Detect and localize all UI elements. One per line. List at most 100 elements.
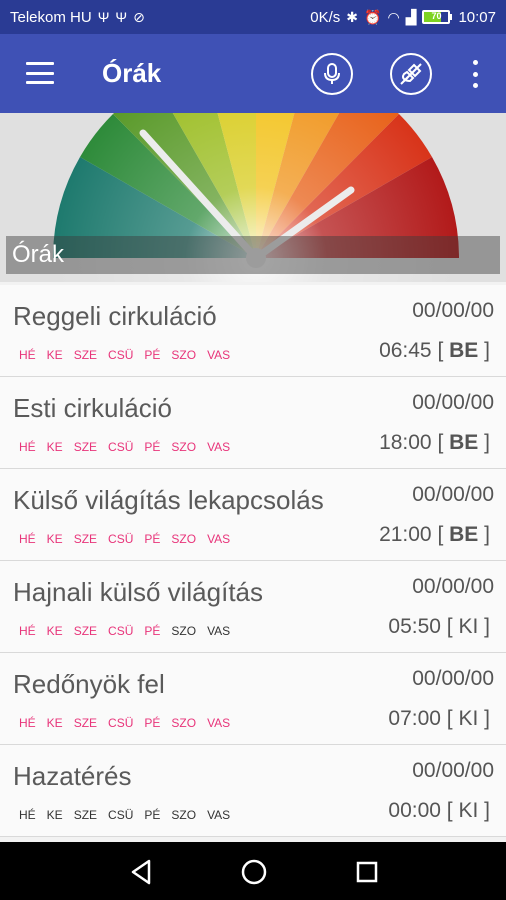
timer-time: 05:50 [388,615,441,638]
timer-name: Esti cirkuláció [13,393,172,423]
timer-state-badge: BE [449,339,479,362]
weekday-label: CSÜ [108,532,134,546]
timer-time: 18:00 [379,431,432,454]
timer-item[interactable]: Redőnyök fel 00/00/00 07:00 [ KI ] HÉ KE SZE C… [0,653,506,745]
usb-debug-icon: Ψ [115,9,128,25]
weekday-label: SZE [73,532,98,546]
timer-time-state: 07:00 [ KI ] [388,707,490,730]
weekday-label: CSÜ [108,440,134,454]
timer-item[interactable]: Esti cirkuláció 00/00/00 18:00 [ BE ] HÉ KE S… [0,377,506,469]
weekday-label: SZE [73,624,98,638]
weekday-label: VAS [207,716,231,730]
weekday-label: SZE [73,808,98,822]
timer-date: 00/00/00 [412,575,494,598]
weekday-label: PÉ [144,716,161,730]
alarm-icon: ⏰ [364,9,382,25]
weekday-label: SZO [171,440,197,454]
timer-state-badge: BE [449,431,479,454]
weekday-label: CSÜ [108,716,134,730]
timer-state-badge: KI [458,615,479,638]
timer-date: 00/00/00 [412,667,494,690]
home-button[interactable] [239,857,269,887]
battery-icon: 70 [422,10,453,24]
back-icon [131,859,151,885]
timer-time-state: 21:00 [ BE ] [379,523,490,546]
timer-item[interactable]: Hajnali külső világítás 00/00/00 05:50 [ K… [0,561,506,653]
wifi-icon: ◠ [387,9,400,25]
microphone-icon [324,63,340,84]
plug-off-icon [400,63,422,85]
status-bar: Telekom HU Ψ Ψ ⊘ 0K/s ✱ ⏰ ◠ ▟ 70 10:07 [0,0,506,34]
weekday-label: VAS [207,808,231,822]
weekday-label: KE [46,440,63,454]
weekday-label: SZO [171,716,197,730]
weekday-label: SZO [171,532,197,546]
weekday-label: KE [46,716,63,730]
timer-name: Hajnali külső világítás [13,577,264,607]
timer-time-state: 00:00 [ KI ] [388,799,490,822]
weekday-label: VAS [207,440,231,454]
timer-state-badge: KI [458,707,479,730]
battery-level: 70 [431,11,442,21]
weekday-list: HÉ KE SZE CSÜ PÉ SZO VAS [19,808,241,822]
weekday-label: HÉ [19,716,36,730]
back-button[interactable] [127,857,157,887]
microphone-button[interactable] [311,53,353,95]
timer-time-state: 05:50 [ KI ] [388,615,490,638]
weekday-list: HÉ KE SZE CSÜ PÉ SZO VAS [19,348,241,362]
navigation-bar [0,842,506,900]
weekday-label: SZE [73,440,98,454]
weekday-label: VAS [207,624,231,638]
weekday-list: HÉ KE SZE CSÜ PÉ SZO VAS [19,440,241,454]
weekday-label: KE [46,348,63,362]
weekday-label: VAS [207,532,231,546]
timer-time-state: 18:00 [ BE ] [379,431,490,454]
timer-state-badge: BE [449,523,479,546]
timer-time: 00:00 [388,799,441,822]
recents-icon [356,861,378,883]
header-label: Órák [6,236,500,274]
weekday-label: HÉ [19,348,36,362]
page-title: Órák [102,58,162,88]
network-speed: 0K/s [310,8,341,26]
weekday-label: SZO [171,808,197,822]
timer-date: 00/00/00 [412,299,494,322]
timer-name: Redőnyök fel [13,669,165,699]
weekday-label: SZO [171,348,197,362]
timer-date: 00/00/00 [412,759,494,782]
weekday-label: HÉ [19,440,36,454]
timer-item[interactable]: Reggeli cirkuláció 00/00/00 06:45 [ BE ] HÉ… [0,285,506,377]
carrier-label: Telekom HU [10,8,92,26]
weekday-label: PÉ [144,440,161,454]
weekday-label: KE [46,624,63,638]
menu-icon[interactable] [26,62,54,84]
timer-item[interactable]: Külső világítás lekapcsolás 00/00/00 21:00… [0,469,506,561]
bluetooth-icon: ✱ [346,9,359,25]
home-icon [241,859,267,885]
app-bar: Órák [0,34,506,113]
more-options-icon[interactable] [466,60,484,88]
weekday-label: CSÜ [108,348,134,362]
weekday-label: HÉ [19,532,36,546]
signal-icon: ▟ [405,9,417,25]
weekday-label: HÉ [19,624,36,638]
timer-state-badge: KI [458,799,479,822]
weekday-label: CSÜ [108,808,134,822]
timer-time: 06:45 [379,339,432,362]
weekday-label: KE [46,808,63,822]
timer-time: 21:00 [379,523,432,546]
timer-time: 07:00 [388,707,441,730]
weekday-list: HÉ KE SZE CSÜ PÉ SZO VAS [19,716,241,730]
weekday-label: PÉ [144,808,161,822]
timer-name: Külső világítás lekapcsolás [13,485,324,515]
timer-list: Reggeli cirkuláció 00/00/00 06:45 [ BE ] HÉ… [0,285,506,837]
disconnect-button[interactable] [390,53,432,95]
timer-item[interactable]: Hazatérés 00/00/00 00:00 [ KI ] HÉ KE SZE CSÜ P… [0,745,506,837]
header-image: Órák [0,113,506,282]
recents-button[interactable] [352,857,382,887]
weekday-label: KE [46,532,63,546]
weekday-label: PÉ [144,624,161,638]
weekday-label: HÉ [19,808,36,822]
weekday-label: PÉ [144,532,161,546]
usb-icon: Ψ [97,9,110,25]
